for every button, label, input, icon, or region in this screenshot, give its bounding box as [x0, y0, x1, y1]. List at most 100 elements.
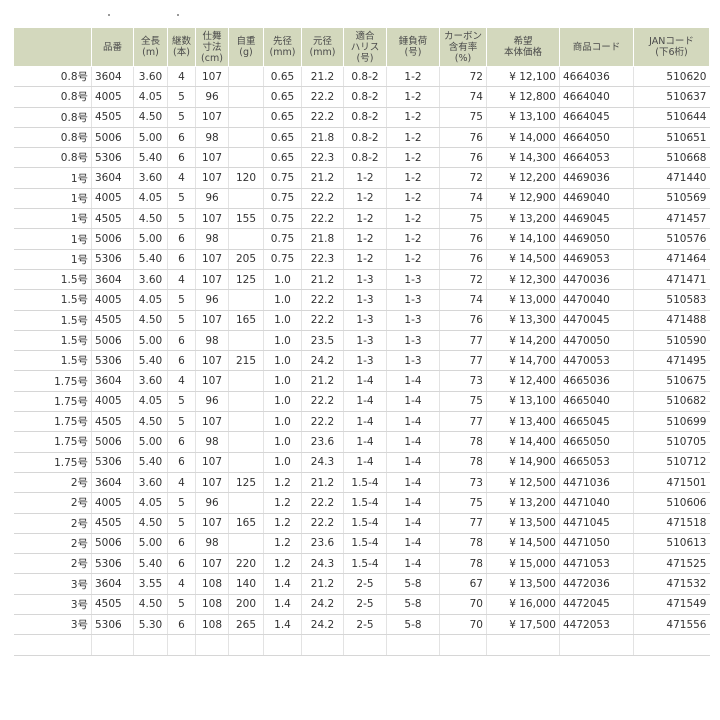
cell-closed-length: 96: [195, 492, 229, 514]
cell-jan: 510606: [633, 492, 710, 514]
cell-weight: 215: [228, 350, 264, 372]
cell-tip-diameter: 0.65: [263, 107, 302, 128]
header-tip-diameter: 先径 (mm): [263, 27, 302, 67]
cell-price: ¥ 14,500: [486, 249, 560, 270]
cell-size: 1.5号: [13, 330, 92, 352]
cell-price: ¥ 14,200: [486, 330, 560, 352]
cell-sinker-load: 5-8: [386, 594, 440, 616]
cell-closed-length: 98: [195, 228, 229, 250]
cell-carbon: 70: [439, 594, 487, 616]
cell-carbon: 76: [439, 249, 487, 270]
cell-carbon: 77: [439, 350, 487, 372]
table-row: 1.75号 3604 3.60 4 107 1.0 21.2 1-4 1-4 73 ¥ 12,400…: [13, 370, 710, 392]
header-sinker-load: 錘負荷 (号): [386, 27, 440, 67]
cell-model: 3604: [91, 573, 134, 595]
cell-closed-length: 107: [195, 167, 229, 189]
cell-length: 4.05: [133, 391, 168, 413]
cell-weight: 265: [228, 614, 264, 636]
cell-price: ¥ 12,400: [486, 370, 560, 392]
cell-length: 4.50: [133, 594, 168, 616]
cell-butt-diameter: 21.2: [301, 66, 344, 88]
cell-carbon: 72: [439, 66, 487, 88]
cell-size: 1.75号: [13, 411, 92, 433]
cell-price: ¥ 13,200: [486, 208, 560, 230]
cell-joints: 6: [167, 533, 196, 555]
cell-harisu: 1-4: [343, 391, 387, 413]
cell-product-code: 4469053: [559, 249, 634, 270]
cell-product-code: 4665050: [559, 431, 634, 453]
cell-size: 1.75号: [13, 452, 92, 473]
cell-butt-diameter: 23.6: [301, 431, 344, 453]
tick-mark: [108, 14, 110, 16]
cell-harisu: 1-2: [343, 188, 387, 210]
cell-size: 2号: [13, 492, 92, 514]
cell-product-code: 4664045: [559, 107, 634, 128]
cell-closed-length: 108: [195, 594, 229, 616]
cell-price: ¥ 15,000: [486, 553, 560, 575]
cell-weight: [228, 431, 264, 453]
cell-product-code: 4665040: [559, 391, 634, 413]
cell-model: 5006: [91, 228, 134, 250]
cell-jan: 471488: [633, 310, 710, 331]
cell-closed-length: 107: [195, 107, 229, 128]
cell-harisu: 1-3: [343, 330, 387, 352]
cell-length: 3.55: [133, 573, 168, 595]
cell-sinker-load: 1-4: [386, 533, 440, 555]
header-carbon: カーボン 含有率 (%): [439, 27, 487, 67]
table-row: 0.8号 4505 4.50 5 107 0.65 22.2 0.8-2 1-2 75 ¥ 13,1…: [13, 107, 710, 128]
cell-butt-diameter: 21.2: [301, 269, 344, 291]
cell-model: 3604: [91, 167, 134, 189]
cell-carbon: 75: [439, 391, 487, 413]
cell-closed-length: 107: [195, 513, 229, 534]
cell-price: ¥ 12,900: [486, 188, 560, 210]
cell-closed-length: 107: [195, 66, 229, 88]
cell-jan: 510613: [633, 533, 710, 555]
cell-harisu: 1-4: [343, 431, 387, 453]
cell-model: 5006: [91, 330, 134, 352]
cell-closed-length: 96: [195, 86, 229, 108]
cell-weight: [228, 533, 264, 555]
cell-length: 3.60: [133, 167, 168, 189]
cell-weight: 200: [228, 594, 264, 616]
cell-carbon: 78: [439, 533, 487, 555]
cell-model: 5006: [91, 533, 134, 555]
cell-harisu: 1-3: [343, 289, 387, 311]
cell-weight: 125: [228, 472, 264, 494]
cell-product-code: 4664053: [559, 147, 634, 169]
cell-price: ¥ 14,900: [486, 452, 560, 473]
cell-sinker-load: 5-8: [386, 614, 440, 636]
cell-price: ¥ 16,000: [486, 594, 560, 616]
table-row: 2号 5006 5.00 6 98 1.2 23.6 1.5-4 1-4 78 ¥ 14,500 44…: [13, 533, 710, 555]
cell-joints: 5: [167, 208, 196, 230]
cell-carbon: 75: [439, 492, 487, 514]
cell-tip-diameter: 1.2: [263, 513, 302, 534]
cell-price: ¥ 13,300: [486, 310, 560, 331]
cell-jan: 510576: [633, 228, 710, 250]
table-row: 1.75号 5006 5.00 6 98 1.0 23.6 1-4 1-4 78 ¥ 14,400 4…: [13, 431, 710, 453]
cell-tip-diameter: 1.4: [263, 614, 302, 636]
cell-sinker-load: 1-4: [386, 391, 440, 413]
cell-product-code: 4665036: [559, 370, 634, 392]
cell-jan: 471440: [633, 167, 710, 189]
cell-tip-diameter: 0.75: [263, 228, 302, 250]
cell-model: 3604: [91, 370, 134, 392]
table-row: 1号 5306 5.40 6 107 205 0.75 22.3 1-2 1-2 76 ¥ 14,50…: [13, 249, 710, 270]
cell-length: 4.50: [133, 107, 168, 128]
cell-length: 5.00: [133, 228, 168, 250]
cell-tip-diameter: 1.0: [263, 370, 302, 392]
cell-sinker-load: 1-4: [386, 472, 440, 494]
cell-price: ¥ 13,500: [486, 573, 560, 595]
cell-size: 1号: [13, 249, 92, 270]
cell-product-code: 4469036: [559, 167, 634, 189]
cell-tip-diameter: 1.4: [263, 573, 302, 595]
cell-carbon: 76: [439, 127, 487, 149]
cell-jan: 471457: [633, 208, 710, 230]
cell-butt-diameter: 22.2: [301, 107, 344, 128]
cell-joints: 4: [167, 66, 196, 88]
cell-product-code: 4471036: [559, 472, 634, 494]
cell-butt-diameter: 22.2: [301, 208, 344, 230]
cell-jan: 471525: [633, 553, 710, 575]
cell-length: 3.60: [133, 370, 168, 392]
cell-model: 5306: [91, 553, 134, 575]
cell-price: ¥ 12,300: [486, 269, 560, 291]
